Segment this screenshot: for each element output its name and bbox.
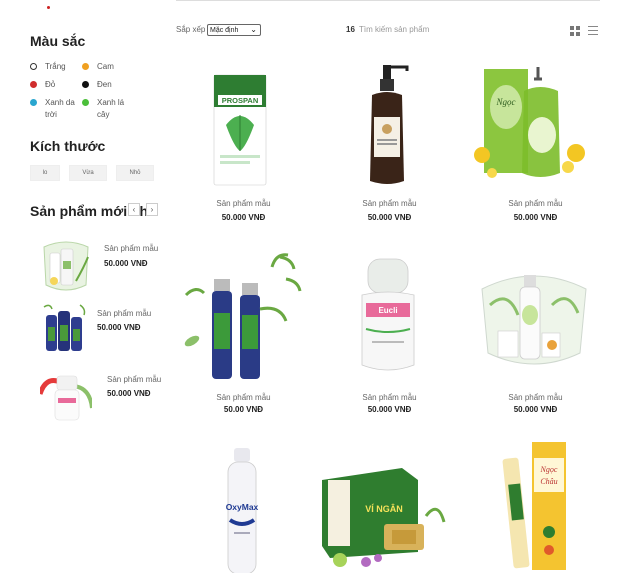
product-price: 50.000 VNĐ bbox=[221, 213, 266, 222]
product-image bbox=[40, 375, 92, 421]
brand-text: Ngọc bbox=[540, 465, 558, 474]
color-label: Trắng bbox=[45, 62, 66, 71]
product-name[interactable]: Sản phẩm mẫu bbox=[468, 393, 603, 402]
product-name[interactable]: Sản phẩm mẫu bbox=[468, 199, 603, 208]
color-option-green[interactable]: Xanh lá cây bbox=[82, 97, 162, 121]
new-products-nav: ‹ › bbox=[128, 203, 158, 216]
product-card[interactable]: Ngọc Châu bbox=[468, 440, 603, 573]
color-label: Đỏ bbox=[45, 80, 56, 89]
brand-text: PROSPAN bbox=[222, 96, 259, 105]
product-image: Eucli bbox=[361, 258, 415, 371]
black-swatch-icon bbox=[82, 81, 89, 88]
decor-dot bbox=[47, 6, 50, 9]
orange-swatch-icon bbox=[82, 63, 89, 70]
product-name[interactable]: Sản phẩm mẫu bbox=[322, 199, 457, 208]
product-image bbox=[43, 241, 89, 291]
product-image: VÍ NGÂN bbox=[322, 468, 446, 567]
grid-view-icon[interactable] bbox=[570, 26, 580, 36]
product-image: Ngọc Châu bbox=[502, 442, 566, 570]
product-image bbox=[481, 275, 587, 365]
new-product-name[interactable]: Sản phẩm mẫu bbox=[104, 244, 158, 253]
color-filter-list: Trắng Cam Đỏ Đen Xanh da trời Xanh lá câ… bbox=[30, 61, 165, 121]
product-price: 50.000 VNĐ bbox=[513, 405, 558, 414]
red-swatch-icon bbox=[30, 81, 37, 88]
blue-swatch-icon bbox=[30, 99, 37, 106]
product-price: 50.00 VNĐ bbox=[223, 405, 264, 414]
product-image bbox=[43, 304, 86, 351]
product-card[interactable]: Sản phẩm mẫu 50.000 VNĐ bbox=[322, 55, 457, 225]
size-filter-list: lo Vừa Nhỏ bbox=[30, 165, 154, 181]
new-product-price: 50.000 VNĐ bbox=[97, 323, 141, 332]
color-label: Đen bbox=[97, 80, 112, 89]
color-option-red[interactable]: Đỏ bbox=[30, 79, 82, 91]
product-image: PROSPAN bbox=[213, 74, 267, 186]
top-divider bbox=[176, 0, 600, 1]
chevron-down-icon: ⌄ bbox=[250, 25, 257, 34]
new-product-price: 50.000 VNĐ bbox=[107, 389, 151, 398]
product-price: 50.000 VNĐ bbox=[367, 213, 412, 222]
prev-arrow-icon[interactable]: ‹ bbox=[128, 203, 140, 216]
product-card[interactable]: PROSPAN Sản phẩm mẫu 50.000 VNĐ bbox=[176, 55, 311, 225]
size-option-large[interactable]: lo bbox=[30, 165, 60, 181]
color-option-white[interactable]: Trắng bbox=[30, 61, 82, 73]
new-product-item[interactable]: Sản phẩm mẫu 50.000 VNĐ bbox=[40, 301, 165, 361]
new-product-price: 50.000 VNĐ bbox=[104, 259, 148, 268]
result-count: 16 bbox=[346, 25, 355, 34]
brand-text-2: Châu bbox=[540, 477, 557, 486]
product-card[interactable]: OxyMax bbox=[176, 440, 311, 573]
product-name[interactable]: Sản phẩm mẫu bbox=[322, 393, 457, 402]
new-product-item[interactable]: Sản phẩm mẫu 50.000 VNĐ bbox=[40, 368, 165, 428]
size-filter-title: Kích thước bbox=[30, 138, 106, 154]
product-card[interactable]: Sản phẩm mẫu 50.000 VNĐ bbox=[468, 249, 603, 419]
color-option-black[interactable]: Đen bbox=[82, 79, 162, 91]
product-image bbox=[184, 253, 302, 379]
color-filter-title: Màu sắc bbox=[30, 33, 86, 49]
brand-text: VÍ NGÂN bbox=[365, 503, 403, 514]
size-option-small[interactable]: Nhỏ bbox=[116, 165, 154, 181]
product-card[interactable]: Eucli Sản phẩm mẫu 50.000 VNĐ bbox=[322, 249, 457, 419]
product-name[interactable]: Sản phẩm mẫu bbox=[176, 393, 311, 402]
sort-select-value: Mặc định bbox=[210, 26, 239, 34]
list-view-icon[interactable] bbox=[588, 26, 598, 35]
green-swatch-icon bbox=[82, 99, 89, 106]
product-image: OxyMax bbox=[226, 448, 259, 573]
brand-text: OxyMax bbox=[226, 502, 259, 512]
color-option-sky-blue[interactable]: Xanh da trời bbox=[30, 97, 82, 121]
product-card[interactable]: Ngọc Sản phẩm mẫu 50.000 VNĐ bbox=[468, 55, 603, 225]
product-price: 50.000 VNĐ bbox=[513, 213, 558, 222]
brand-text: Eucli bbox=[378, 306, 397, 315]
product-image: Ngọc bbox=[474, 67, 585, 178]
size-option-medium[interactable]: Vừa bbox=[69, 165, 107, 181]
new-product-name[interactable]: Sản phẩm mẫu bbox=[107, 375, 161, 384]
result-count-text: Tìm kiếm sản phẩm bbox=[359, 25, 430, 34]
product-card[interactable]: VÍ NGÂN bbox=[322, 440, 457, 573]
brand-text: Ngọc bbox=[496, 97, 516, 107]
new-product-item[interactable]: Sản phẩm mẫu 50.000 VNĐ bbox=[40, 237, 165, 297]
new-product-name[interactable]: Sản phẩm mẫu bbox=[97, 309, 151, 318]
sort-label: Sắp xếp bbox=[176, 25, 206, 34]
next-arrow-icon[interactable]: › bbox=[146, 203, 158, 216]
product-price: 50.000 VNĐ bbox=[367, 405, 412, 414]
product-card[interactable]: Sản phẩm mẫu 50.00 VNĐ bbox=[176, 249, 311, 419]
sort-select[interactable]: Mặc định ⌄ bbox=[207, 24, 261, 36]
white-swatch-icon bbox=[30, 63, 37, 70]
color-label: Xanh da trời bbox=[45, 98, 75, 119]
color-option-orange[interactable]: Cam bbox=[82, 61, 162, 73]
product-name[interactable]: Sản phẩm mẫu bbox=[176, 199, 311, 208]
color-label: Xanh lá cây bbox=[97, 98, 125, 119]
color-label: Cam bbox=[97, 62, 114, 71]
product-image bbox=[370, 65, 409, 184]
